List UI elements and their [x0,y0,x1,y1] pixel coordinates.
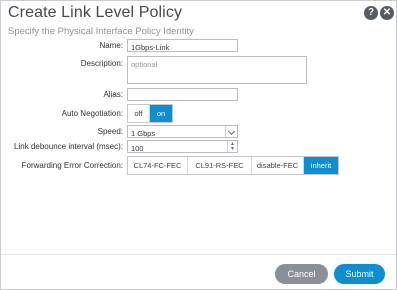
name-label: Name: [99,41,123,50]
submit-button[interactable]: Submit [334,264,385,284]
description-textarea[interactable]: optional [127,56,307,84]
speed-label: Speed: [97,127,123,136]
help-icon[interactable]: ? [364,6,378,20]
cancel-button[interactable]: Cancel [275,264,328,284]
fec-label: Forwarding Error Correction: [21,161,123,170]
debounce-label: Link debounce interval (msec): [14,142,123,151]
name-input[interactable]: 1Gbps-Link [127,39,238,52]
dialog-subtitle: Specify the Physical Interface Policy Id… [8,26,194,37]
close-icon[interactable]: ✕ [380,6,394,20]
autoneg-off-option[interactable]: off [128,105,150,122]
fec-option-inherit[interactable]: inherit [304,157,338,174]
dialog-title: Create Link Level Policy [8,4,183,21]
speed-select-value: 1 Gbps [131,129,156,138]
description-placeholder: optional [131,60,158,69]
debounce-input[interactable]: 100 ▲ ▼ [127,140,238,153]
autoneg-label: Auto Negotiation: [61,109,123,118]
fec-selector[interactable]: CL74-FC-FEC CL91-RS-FEC disable-FEC inhe… [127,156,339,175]
alias-label: Alias: [103,90,123,99]
chevron-down-icon[interactable] [225,126,237,137]
autoneg-toggle[interactable]: off on [127,104,173,123]
fec-option-disable[interactable]: disable-FEC [252,157,304,174]
create-link-level-policy-dialog: Create Link Level Policy Specify the Phy… [0,0,397,290]
name-input-value: 1Gbps-Link [131,43,170,52]
debounce-input-value: 100 [131,144,144,153]
fec-option-cl91[interactable]: CL91-RS-FEC [188,157,252,174]
fec-option-cl74[interactable]: CL74-FC-FEC [128,157,188,174]
autoneg-on-option[interactable]: on [150,105,172,122]
alias-input[interactable] [127,88,238,101]
spinner-icon[interactable]: ▲ ▼ [227,141,237,152]
speed-select[interactable]: 1 Gbps [127,125,238,138]
footer-divider [1,254,396,255]
description-label: Description: [80,59,123,68]
